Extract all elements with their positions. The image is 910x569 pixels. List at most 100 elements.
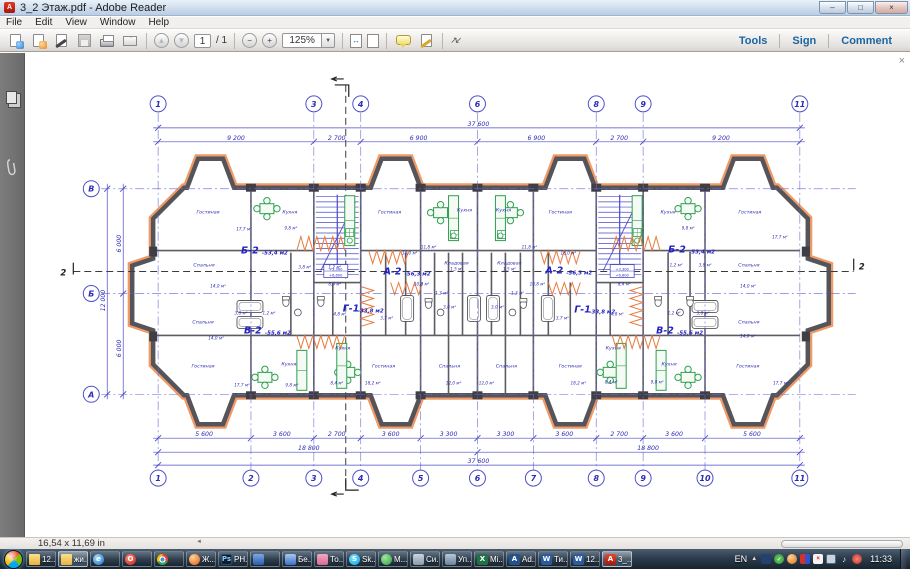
attachments-icon[interactable] [3,157,19,180]
taskbar-button[interactable]: Уп... [442,551,472,567]
room-area-label: 18,0 м² [402,251,418,256]
taskbar-button[interactable]: Бе... [282,551,312,567]
start-button[interactable] [4,550,23,569]
menu-help[interactable]: Help [148,17,169,28]
shieldg-tray-icon[interactable]: ✓ [774,554,784,564]
elevation-label: +6,600 [616,274,630,278]
shieldr-tray-icon[interactable] [852,554,862,564]
taskbar-button[interactable]: Ж... [186,551,216,567]
close-button[interactable]: × [875,1,908,14]
room-area-label: 3,8 м² [699,263,712,268]
next-page-button[interactable]: ▼ [174,33,189,48]
taskbar-button[interactable]: Си... [410,551,440,567]
print-button[interactable] [98,32,116,49]
kitchen-table [681,372,695,382]
minimize-button[interactable]: – [819,1,846,14]
horizontal-scrollbar[interactable] [781,540,903,548]
page-thumbnails-icon[interactable] [6,91,17,104]
room-area-label: 12,0 м² [446,380,462,385]
taskbar-button[interactable]: O [122,551,152,567]
chrome-icon [157,554,168,565]
tools-panel-button[interactable]: Tools [727,35,780,47]
menu-view[interactable]: View [65,17,87,28]
comment-panel-button[interactable]: Comment [829,35,904,47]
dimension-label: 5 600 [195,431,213,438]
taskbar-button[interactable]: WТи... [538,551,568,567]
psblue-icon: A [509,554,520,565]
skype-icon: S [349,554,360,565]
taskbar-buttons: 12...жи...eO Ж...PsPH... Бе...То...SSk...М… [26,551,632,567]
page-number-input[interactable]: 1 [194,34,211,48]
open-file-button[interactable] [6,32,24,49]
room-label: Кухня [662,361,677,367]
dimension-label: 12 000 [100,290,107,312]
taskbar-button[interactable]: PsPH... [218,551,248,567]
apartment-label: В-2 [656,325,674,336]
winblue-icon [285,554,296,565]
taskbar-button[interactable]: e [90,551,120,567]
kitchen-chair [262,382,268,388]
taskbar-button[interactable] [154,551,184,567]
kitchen-chair [274,205,280,211]
expand-toolbar-button[interactable]: ↗↙ [450,35,459,46]
room-area-label: 3,0 м² [491,304,504,309]
window-title: 3_2 Этаж.pdf - Adobe Reader [20,2,166,14]
maximize-button[interactable]: □ [847,1,874,14]
zoom-level-input[interactable]: 125% [282,33,322,48]
zoom-out-button[interactable]: − [242,33,257,48]
taskbar-button[interactable]: A3_... [602,551,632,567]
title-bar[interactable]: A 3_2 Этаж.pdf - Adobe Reader – □ × [0,0,910,16]
flag-tray-icon[interactable]: × [813,554,823,564]
save-button[interactable] [75,32,93,49]
kitchen-chair [507,201,513,207]
email-button[interactable] [121,32,139,49]
language-indicator[interactable]: EN [735,554,748,564]
taskbar-button[interactable]: 12... [26,551,56,567]
taskbar-button[interactable]: То... [314,551,344,567]
taskbar-button[interactable]: SSk... [346,551,376,567]
taskbar-button[interactable]: М... [378,551,408,567]
close-find-icon[interactable]: × [899,55,905,67]
sign-panel-button[interactable]: Sign [780,35,828,47]
email-icon [123,36,137,46]
taskbar-button[interactable]: XMi... [474,551,504,567]
room-area-label: 3,7 м² [380,315,393,320]
room-label: Кухня [661,210,676,216]
taskbar-button[interactable]: жи... [58,551,88,567]
speaker-tray-icon[interactable]: ♪ [839,554,849,564]
tray-expand-icon[interactable]: ▲ [751,556,757,562]
fill-sign-button[interactable] [52,32,70,49]
orange-tray-icon[interactable] [787,554,797,564]
fit-page-button[interactable] [367,34,379,48]
room-label: Кухня [335,345,350,351]
grid-number: 5 [418,474,424,483]
redblue-tray-icon[interactable] [800,554,810,564]
chair-tray-icon[interactable] [761,554,771,564]
taskbar-clock[interactable]: 11:33 [870,554,892,564]
taskbar-button[interactable]: AAd... [506,551,536,567]
dimension-label: 37 600 [468,121,490,128]
monitor-tray-icon[interactable] [826,554,836,564]
menu-edit[interactable]: Edit [35,17,52,28]
zoom-in-button[interactable]: + [262,33,277,48]
greenm-icon [381,554,392,565]
show-desktop-button[interactable] [900,549,907,569]
menu-window[interactable]: Window [100,17,136,28]
highlight-button[interactable] [417,32,435,49]
taskbar-button[interactable]: W12... [570,551,600,567]
fit-width-button[interactable]: ↔ [350,34,362,48]
zoom-dropdown-button[interactable]: ▼ [322,33,335,48]
dimension-label: 3 600 [665,431,683,438]
scroll-left-icon[interactable]: ◄ [196,539,202,545]
dimension-label: 3 600 [555,431,573,438]
grid-number: 1 [155,100,161,109]
wash-sink [509,309,516,316]
pdf-page[interactable]: 112334456678899101111ВБА37 6009 2002 700… [26,53,910,537]
previous-page-button[interactable]: ▲ [154,33,169,48]
sticky-note-button[interactable] [394,32,412,49]
kitchen-chair [685,382,691,388]
pdf-create-button[interactable] [29,32,47,49]
document-area: 112334456678899101111ВБА37 6009 2002 700… [0,53,910,537]
menu-file[interactable]: File [6,17,22,28]
taskbar-button[interactable] [250,551,280,567]
